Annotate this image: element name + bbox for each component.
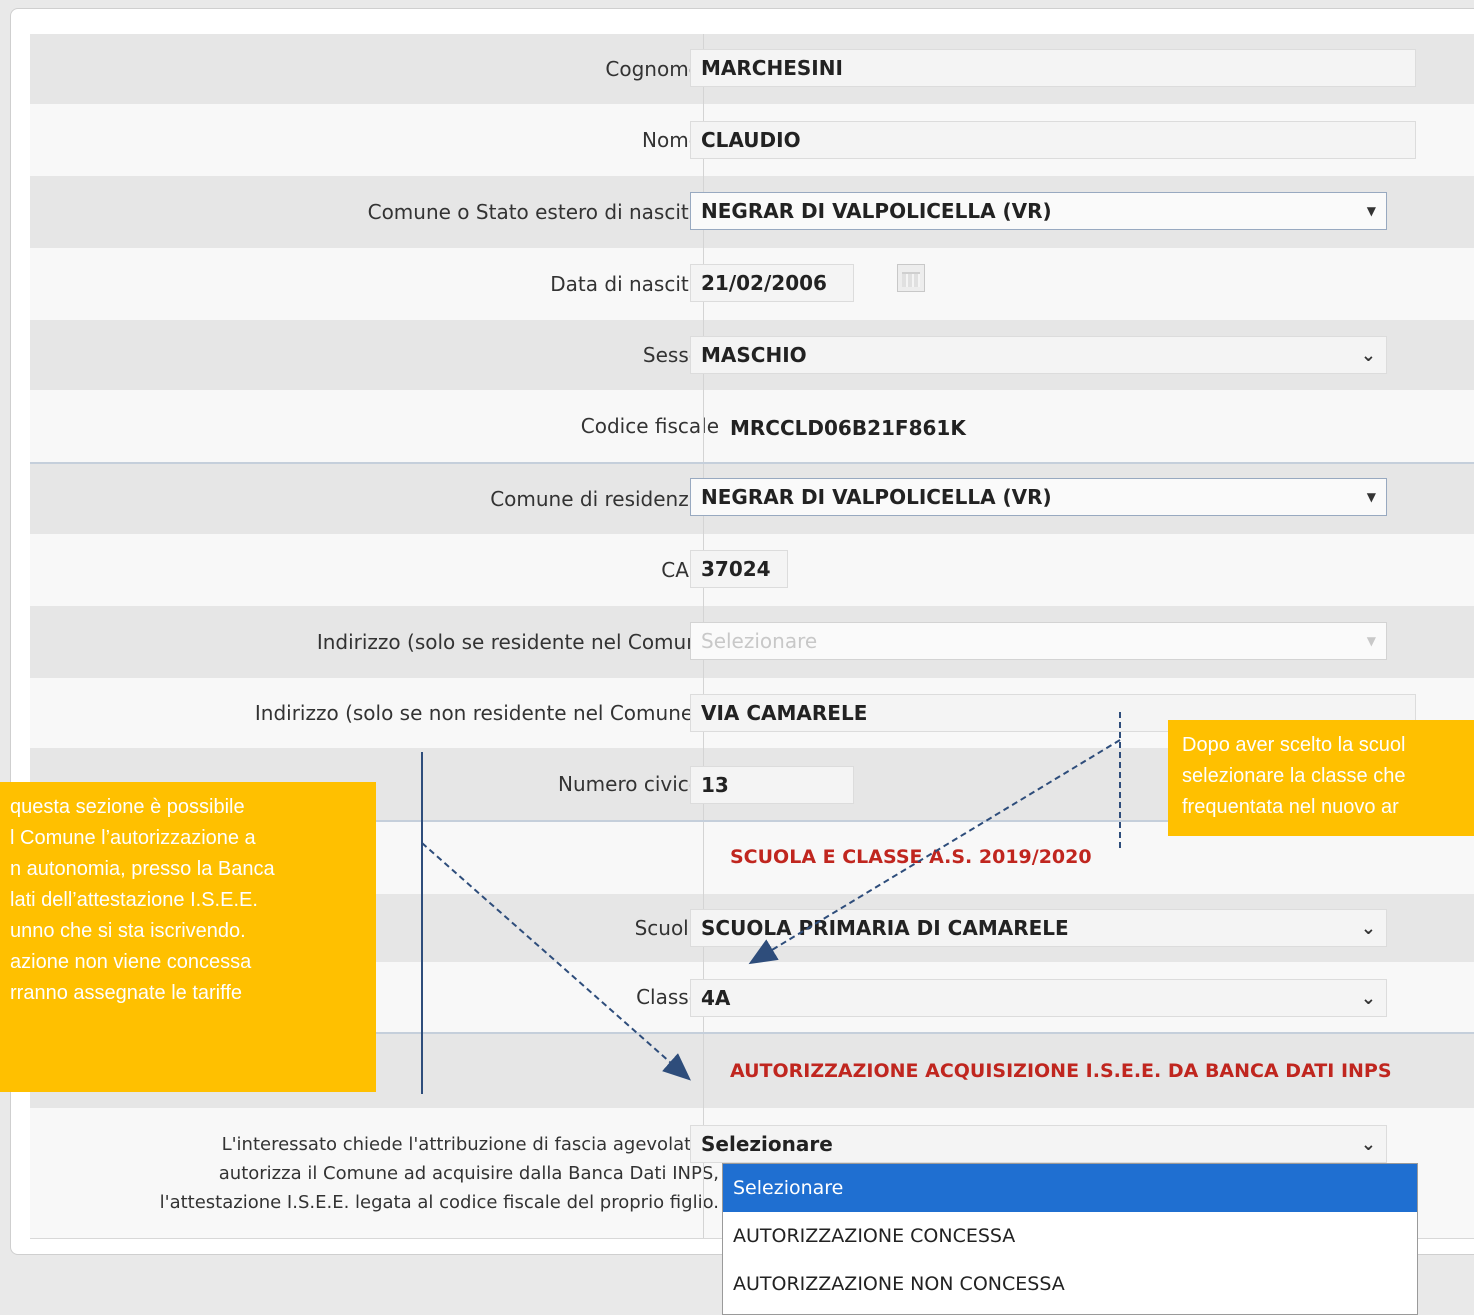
calendar-icon[interactable] — [897, 264, 925, 292]
dropdown-arrow-icon: ▼ — [1366, 490, 1376, 504]
cap-input[interactable]: 37024 — [690, 550, 788, 588]
dropdown-arrow-icon: ▼ — [1366, 634, 1376, 648]
autorizzazione-dropdown-list: Selezionare AUTORIZZAZIONE CONCESSA AUTO… — [722, 1163, 1418, 1315]
chevron-down-icon: ⌄ — [1360, 1133, 1376, 1155]
chevron-down-icon: ⌄ — [1360, 987, 1376, 1009]
section-heading-scuola: SCUOLA E CLASSE A.S. 2019/2020 — [730, 846, 1092, 868]
section-heading-isee: AUTORIZZAZIONE ACQUISIZIONE I.S.E.E. DA … — [730, 1060, 1392, 1082]
codice-fiscale-value: MRCCLD06B21F861K — [730, 416, 966, 440]
scuola-select[interactable]: SCUOLA PRIMARIA DI CAMARELE ⌄ — [690, 909, 1387, 947]
classe-select[interactable]: 4A ⌄ — [690, 979, 1387, 1017]
chevron-down-icon: ⌄ — [1360, 917, 1376, 939]
comune-residenza-select[interactable]: NEGRAR DI VALPOLICELLA (VR) ▼ — [690, 478, 1387, 516]
label-indirizzo-non-residente: Indirizzo (solo se non residente nel Com… — [254, 701, 719, 725]
label-comune-nascita: Comune o Stato estero di nascita* — [367, 200, 719, 224]
dropdown-option[interactable]: AUTORIZZAZIONE CONCESSA — [723, 1212, 1417, 1260]
label-autorizzazione: L'interessato chiede l'attribuzione di f… — [159, 1133, 719, 1213]
label-comune-residenza: Comune di residenza* — [490, 487, 719, 511]
dropdown-option[interactable]: AUTORIZZAZIONE NON CONCESSA — [723, 1260, 1417, 1308]
dropdown-option[interactable]: Selezionare — [723, 1164, 1417, 1212]
label-indirizzo-residente: Indirizzo (solo se residente nel Comune) — [316, 630, 719, 654]
nome-input[interactable]: CLAUDIO — [690, 121, 1416, 159]
cognome-input[interactable]: MARCHESINI — [690, 49, 1416, 87]
sesso-select[interactable]: MASCHIO ⌄ — [690, 336, 1387, 374]
chevron-down-icon: ⌄ — [1360, 344, 1376, 366]
label-codice-fiscale: Codice fiscale — [580, 414, 719, 438]
dropdown-arrow-icon: ▼ — [1366, 204, 1376, 218]
data-nascita-input[interactable]: 21/02/2006 — [690, 264, 854, 302]
indirizzo-residente-select[interactable]: Selezionare ▼ — [690, 622, 1387, 660]
autorizzazione-select[interactable]: Selezionare ⌄ — [690, 1125, 1387, 1163]
callout-left: questa sezione è possibile l Comune l’au… — [0, 782, 376, 1092]
numero-civico-input[interactable]: 13 — [690, 766, 854, 804]
callout-right: Dopo aver scelto la scuol selezionare la… — [1168, 720, 1474, 836]
comune-nascita-select[interactable]: NEGRAR DI VALPOLICELLA (VR) ▼ — [690, 192, 1387, 230]
